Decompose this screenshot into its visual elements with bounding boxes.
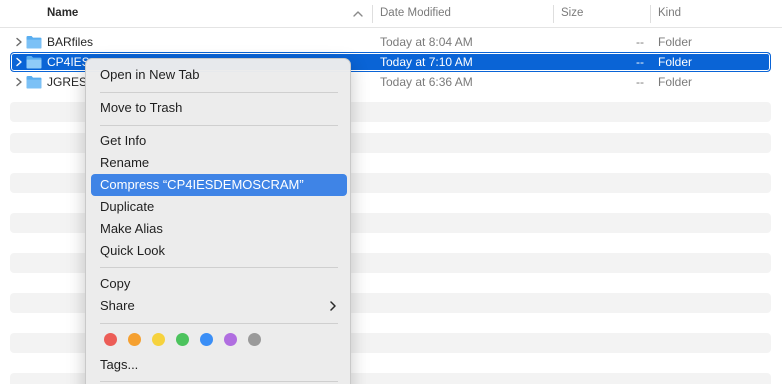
size-column-header[interactable]: Size: [561, 0, 583, 28]
file-name: BARfiles: [47, 35, 94, 49]
column-divider[interactable]: [553, 5, 554, 23]
menu-item-move-to-trash[interactable]: Move to Trash: [91, 97, 347, 119]
menu-item-tags[interactable]: Tags...: [91, 354, 347, 376]
context-menu: Open in New Tab Move to Trash Get Info R…: [85, 58, 351, 384]
tag-red-dot[interactable]: [104, 333, 117, 346]
tag-yellow-dot[interactable]: [152, 333, 165, 346]
file-size: --: [636, 55, 644, 69]
file-date-modified: Today at 8:04 AM: [380, 35, 473, 49]
menu-item-share-label: Share: [100, 298, 135, 313]
file-name: JGRES: [47, 75, 88, 89]
file-size: --: [636, 35, 644, 49]
tag-gray-dot[interactable]: [248, 333, 261, 346]
date-modified-column-header[interactable]: Date Modified: [380, 0, 451, 28]
chevron-up-icon[interactable]: [352, 8, 364, 20]
name-column-header[interactable]: Name: [47, 0, 371, 28]
menu-item-share[interactable]: Share: [91, 295, 347, 317]
menu-item-quick-look[interactable]: Quick Look: [91, 240, 347, 262]
chevron-right-icon[interactable]: [14, 37, 24, 47]
tag-green-dot[interactable]: [176, 333, 189, 346]
file-row-barfiles[interactable]: BARfiles Today at 8:04 AM -- Folder: [10, 32, 771, 52]
chevron-right-icon: [330, 301, 336, 311]
column-divider[interactable]: [372, 5, 373, 23]
file-kind: Folder: [658, 55, 693, 69]
menu-separator: [100, 267, 338, 268]
menu-separator: [100, 381, 338, 382]
menu-item-make-alias[interactable]: Make Alias: [91, 218, 347, 240]
menu-separator: [100, 92, 338, 93]
menu-item-rename[interactable]: Rename: [91, 152, 347, 174]
column-header: Name Date Modified Size Kind: [0, 0, 782, 28]
file-size: --: [636, 75, 644, 89]
file-kind: Folder: [658, 75, 693, 89]
folder-icon: [26, 76, 42, 89]
tag-orange-dot[interactable]: [128, 333, 141, 346]
file-date-modified: Today at 6:36 AM: [380, 75, 473, 89]
tag-blue-dot[interactable]: [200, 333, 213, 346]
kind-column-header[interactable]: Kind: [658, 0, 681, 28]
chevron-right-icon[interactable]: [14, 57, 24, 67]
folder-icon: [26, 36, 42, 49]
column-divider[interactable]: [650, 5, 651, 23]
menu-item-copy[interactable]: Copy: [91, 273, 347, 295]
menu-item-compress[interactable]: Compress “CP4IESDEMOSCRAM”: [91, 174, 347, 196]
menu-separator: [100, 323, 338, 324]
menu-separator: [100, 125, 338, 126]
file-kind: Folder: [658, 35, 693, 49]
folder-icon: [26, 56, 42, 69]
file-date-modified: Today at 7:10 AM: [380, 55, 473, 69]
menu-item-duplicate[interactable]: Duplicate: [91, 196, 347, 218]
menu-item-get-info[interactable]: Get Info: [91, 130, 347, 152]
chevron-right-icon[interactable]: [14, 77, 24, 87]
menu-item-open-in-new-tab[interactable]: Open in New Tab: [91, 64, 347, 86]
file-name: CP4IES: [47, 55, 90, 69]
tag-purple-dot[interactable]: [224, 333, 237, 346]
